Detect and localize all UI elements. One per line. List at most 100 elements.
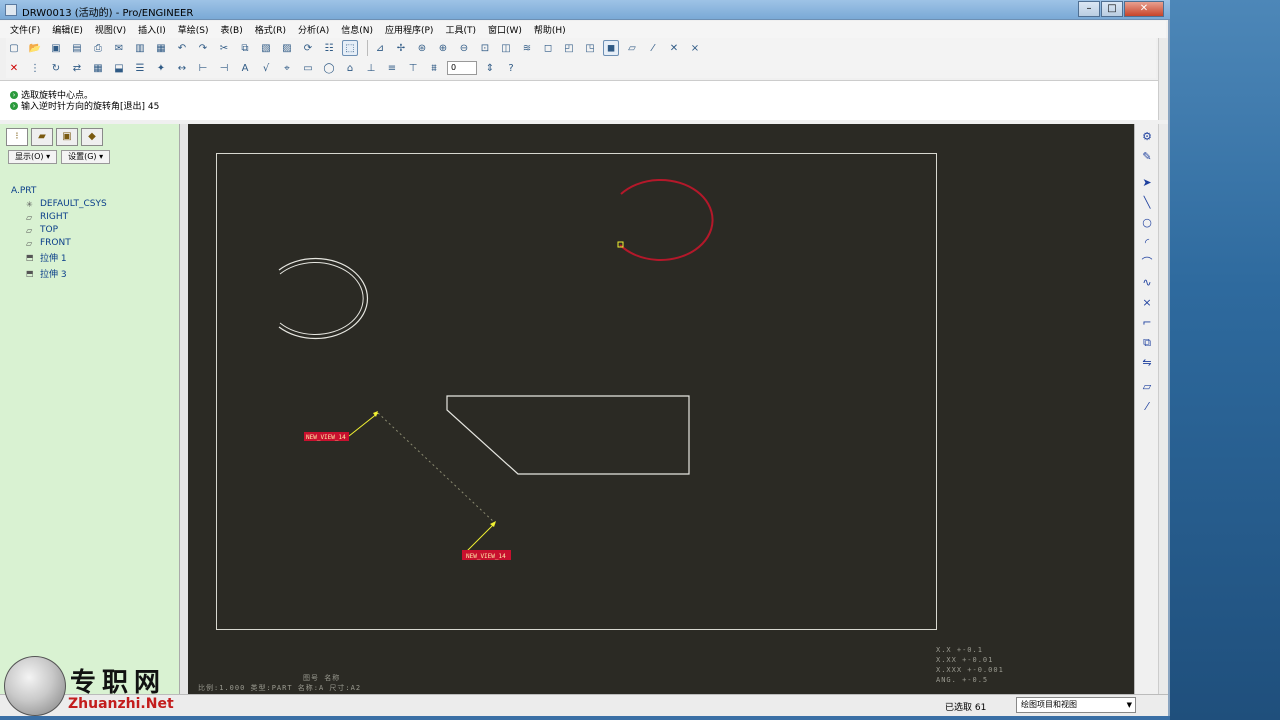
align-icon[interactable]: ⊥ <box>363 60 379 76</box>
table-icon[interactable]: ▦ <box>90 60 106 76</box>
annotation-icon[interactable]: ✦ <box>153 60 169 76</box>
undo-icon[interactable]: ↶ <box>174 40 190 56</box>
axis-icon[interactable]: ⁄ <box>1139 400 1155 414</box>
repaint-icon[interactable]: ⊿ <box>372 40 388 56</box>
message-scrollbar[interactable] <box>1158 38 1168 120</box>
gtol-icon[interactable]: ⌖ <box>279 60 295 76</box>
view-label-1[interactable]: NEW_VIEW_14 <box>306 434 346 441</box>
selection-filter-dropdown[interactable]: 绘图项目和视图 ▼ <box>1016 697 1136 713</box>
datum-points-icon[interactable]: ✕ <box>666 40 682 56</box>
paste-special-icon[interactable]: ▨ <box>279 40 295 56</box>
offset-icon[interactable]: ⧉ <box>1139 336 1155 350</box>
erase-icon[interactable]: ▦ <box>153 40 169 56</box>
arc-geometry[interactable] <box>278 257 369 340</box>
menu-analysis[interactable]: 分析(A) <box>298 23 329 36</box>
format-icon[interactable]: ⊤ <box>405 60 421 76</box>
cut-icon[interactable]: ✂ <box>216 40 232 56</box>
menu-format[interactable]: 格式(R) <box>255 23 286 36</box>
copy-icon[interactable]: ⧉ <box>237 40 253 56</box>
plane-icon[interactable]: ▱ <box>1139 380 1155 394</box>
menu-file[interactable]: 文件(F) <box>10 23 40 36</box>
refit-icon[interactable]: ⊡ <box>477 40 493 56</box>
update-sheet-icon[interactable]: ↻ <box>48 60 64 76</box>
close-window-icon[interactable]: ▥ <box>132 40 148 56</box>
close-button[interactable]: ✕ <box>1124 1 1164 17</box>
selection-filter-icon[interactable]: ⬚ <box>342 40 358 56</box>
move-icon[interactable]: ⇄ <box>69 60 85 76</box>
tree-item-extrude-1[interactable]: ⬒ 拉伸 1 <box>26 251 107 264</box>
menu-applications[interactable]: 应用程序(P) <box>385 23 433 36</box>
open-file-icon[interactable]: 📂 <box>27 40 43 56</box>
spin-center-icon[interactable]: ✢ <box>393 40 409 56</box>
dimension-icon[interactable]: ↔ <box>174 60 190 76</box>
symbol-icon[interactable]: ⌂ <box>342 60 358 76</box>
tree-item-extrude-3[interactable]: ⬒ 拉伸 3 <box>26 267 107 280</box>
mirror-icon[interactable]: ⇋ <box>1139 356 1155 370</box>
view-label-2[interactable]: NEW_VIEW_14 <box>466 553 506 560</box>
arc-geometry-inner[interactable] <box>279 262 364 335</box>
folder-browser-tab-icon[interactable]: ▰ <box>31 128 53 146</box>
panel-splitter[interactable] <box>180 124 188 694</box>
reference-dim-icon[interactable]: ⊣ <box>216 60 232 76</box>
datum-axes-icon[interactable]: ⁄ <box>645 40 661 56</box>
tree-root[interactable]: A.PRT <box>11 186 107 196</box>
balloon-icon[interactable]: ◯ <box>321 60 337 76</box>
shading-icon[interactable]: ◼ <box>603 40 619 56</box>
model-tree-icon[interactable]: ☷ <box>321 40 337 56</box>
menu-insert[interactable]: 插入(I) <box>138 23 166 36</box>
menu-edit[interactable]: 编辑(E) <box>52 23 83 36</box>
select-arrow-icon[interactable]: ➤ <box>1139 176 1155 190</box>
insert-view-icon[interactable]: ⬓ <box>111 60 127 76</box>
note-icon[interactable]: A <box>237 60 253 76</box>
point-icon[interactable]: × <box>1139 296 1155 310</box>
paste-icon[interactable]: ▧ <box>258 40 274 56</box>
line-icon[interactable]: ╲ <box>1139 196 1155 210</box>
clean-dims-icon[interactable]: ≡ <box>384 60 400 76</box>
arc-icon[interactable]: ◜ <box>1139 236 1155 250</box>
save-icon[interactable]: ▣ <box>48 40 64 56</box>
selected-arc[interactable] <box>619 179 714 261</box>
connections-tab-icon[interactable]: ◆ <box>81 128 103 146</box>
text-style-icon[interactable]: ⩩ <box>426 60 442 76</box>
model-tree-tab-icon[interactable]: ⁝ <box>6 128 28 146</box>
tree-item-top[interactable]: ▱ TOP <box>26 225 107 235</box>
spline-icon[interactable]: ∿ <box>1139 276 1155 290</box>
no-hidden-icon[interactable]: ◳ <box>582 40 598 56</box>
datum-planes-icon[interactable]: ▱ <box>624 40 640 56</box>
menu-sketch[interactable]: 草绘(S) <box>178 23 209 36</box>
spinner-arrows-icon[interactable]: ⇕ <box>482 60 498 76</box>
zoom-out-icon[interactable]: ⊖ <box>456 40 472 56</box>
sketcher-prefs-icon[interactable]: ✎ <box>1139 150 1155 164</box>
display-button[interactable]: 显示(O) ▾ <box>8 150 58 164</box>
menu-view[interactable]: 视图(V) <box>95 23 126 36</box>
hidden-line-icon[interactable]: ◰ <box>561 40 577 56</box>
menu-help[interactable]: 帮助(H) <box>534 23 566 36</box>
menu-tools[interactable]: 工具(T) <box>445 23 476 36</box>
coordinate-systems-icon[interactable]: ⨯ <box>687 40 703 56</box>
layers-icon[interactable]: ≋ <box>519 40 535 56</box>
menu-window[interactable]: 窗口(W) <box>488 23 522 36</box>
menu-info[interactable]: 信息(N) <box>341 23 373 36</box>
tree-item-default-csys[interactable]: ✳ DEFAULT_CSYS <box>26 199 107 209</box>
settings-button[interactable]: 设置(G) ▾ <box>61 150 111 164</box>
tree-item-front[interactable]: ▱ FRONT <box>26 238 107 248</box>
reorient-icon[interactable]: ◫ <box>498 40 514 56</box>
drawing-canvas[interactable]: NEW_VIEW_14 NEW_VIEW_14 图号 名称 比例:1.000 类… <box>188 124 1134 694</box>
menu-table[interactable]: 表(B) <box>221 23 243 36</box>
decimal-spinner[interactable]: 0 <box>447 61 477 75</box>
redo-icon[interactable]: ↷ <box>195 40 211 56</box>
zoom-in-icon[interactable]: ⊕ <box>435 40 451 56</box>
ordinate-icon[interactable]: ⊢ <box>195 60 211 76</box>
circle-icon[interactable]: ○ <box>1139 216 1155 230</box>
orient-icon[interactable]: ⊛ <box>414 40 430 56</box>
favorites-tab-icon[interactable]: ▣ <box>56 128 78 146</box>
new-file-icon[interactable]: ▢ <box>6 40 22 56</box>
surface-finish-icon[interactable]: √ <box>258 60 274 76</box>
datum-icon[interactable]: ▭ <box>300 60 316 76</box>
maximize-button[interactable]: □ <box>1101 1 1123 17</box>
context-help-icon[interactable]: ? <box>503 60 519 76</box>
regenerate-icon[interactable]: ⟳ <box>300 40 316 56</box>
delete-icon[interactable]: ✕ <box>6 60 22 76</box>
save-copy-icon[interactable]: ▤ <box>69 40 85 56</box>
show-annotations-icon[interactable]: ☰ <box>132 60 148 76</box>
